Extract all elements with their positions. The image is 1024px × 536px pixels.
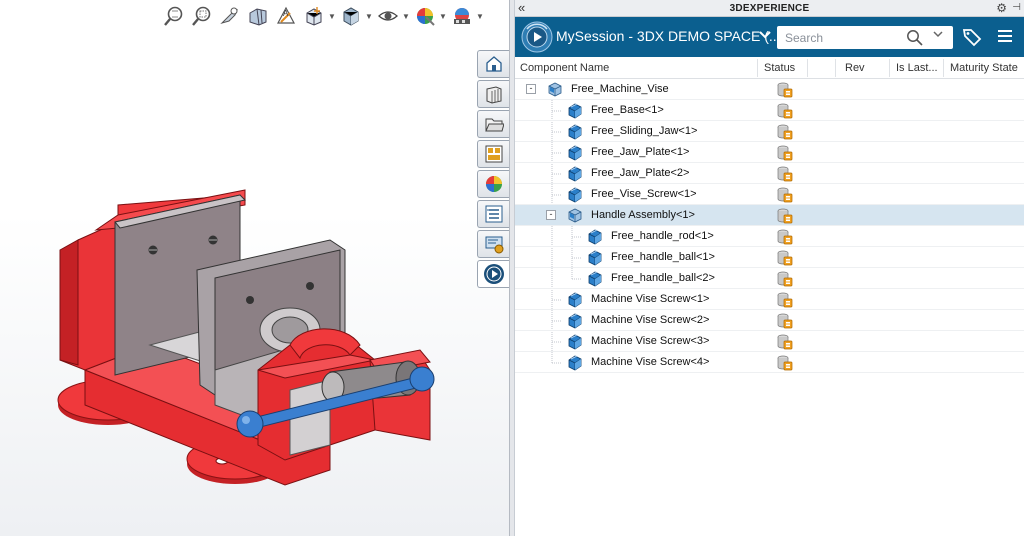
- part-icon: [566, 165, 584, 182]
- panel-title-bar: « 3DEXPERIENCE ⚙ ⊣: [515, 0, 1024, 17]
- search-dropdown-icon[interactable]: [933, 30, 943, 41]
- tag-icon[interactable]: [962, 27, 982, 47]
- status-saved-locally-icon: [777, 354, 793, 372]
- tree-row[interactable]: Free_Base<1>: [515, 100, 1024, 121]
- settings-gear-icon[interactable]: ⚙: [996, 1, 1007, 15]
- tree-row[interactable]: Machine Vise Screw<1>: [515, 289, 1024, 310]
- component-name: Machine Vise Screw<2>: [591, 314, 710, 326]
- status-saved-locally-icon: [777, 144, 793, 162]
- tree-row[interactable]: - Handle Assembly<1>: [515, 205, 1024, 226]
- component-name: Machine Vise Screw<3>: [591, 335, 710, 347]
- view-palette-icon[interactable]: [477, 140, 509, 168]
- search-icon[interactable]: [906, 29, 924, 47]
- grid-header: Component Name Status Rev Is Last... Mat…: [515, 57, 1024, 79]
- column-is-last[interactable]: Is Last...: [896, 62, 938, 74]
- assembly-icon: [566, 207, 584, 224]
- part-icon: [566, 354, 584, 371]
- component-name: Machine Vise Screw<4>: [591, 356, 710, 368]
- tree-row[interactable]: Free_Jaw_Plate<2>: [515, 163, 1024, 184]
- status-saved-locally-icon: [777, 207, 793, 225]
- 3dexperience-icon[interactable]: [477, 260, 509, 288]
- part-icon: [566, 102, 584, 119]
- graphics-area[interactable]: A ▼ ▼ ▼ ▼ ▼: [0, 0, 510, 536]
- column-status[interactable]: Status: [764, 62, 795, 74]
- status-saved-locally-icon: [777, 228, 793, 246]
- design-library-icon[interactable]: [477, 80, 509, 108]
- status-saved-locally-icon: [777, 165, 793, 183]
- component-name: Free_handle_ball<1>: [611, 251, 715, 263]
- column-rev[interactable]: Rev: [845, 62, 865, 74]
- collapse-panel-icon[interactable]: «: [518, 0, 525, 16]
- compass-icon[interactable]: [521, 21, 553, 53]
- status-saved-locally-icon: [777, 333, 793, 351]
- pin-icon[interactable]: ⊣: [1012, 1, 1021, 15]
- search-input[interactable]: [777, 27, 897, 48]
- part-icon: [586, 249, 604, 266]
- machine-vise-model[interactable]: [0, 0, 510, 536]
- custom-properties-icon[interactable]: [477, 200, 509, 228]
- tree-row[interactable]: Free_Sliding_Jaw<1>: [515, 121, 1024, 142]
- hamburger-menu-icon[interactable]: [996, 28, 1014, 44]
- component-name: Handle Assembly<1>: [591, 209, 695, 221]
- part-icon: [566, 312, 584, 329]
- status-saved-locally-icon: [777, 123, 793, 141]
- part-icon: [566, 333, 584, 350]
- collapse-toggle-icon[interactable]: -: [546, 210, 556, 220]
- component-name: Free_handle_ball<2>: [611, 272, 715, 284]
- collapse-toggle-icon[interactable]: -: [526, 84, 536, 94]
- status-saved-locally-icon: [777, 186, 793, 204]
- assembly-icon: [546, 81, 564, 98]
- tree-row[interactable]: Free_Vise_Screw<1>: [515, 184, 1024, 205]
- tree-row[interactable]: - Free_Machine_Vise: [515, 79, 1024, 100]
- part-icon: [586, 228, 604, 245]
- status-saved-locally-icon: [777, 102, 793, 120]
- column-component-name[interactable]: Component Name: [520, 62, 609, 74]
- tree-row[interactable]: Free_handle_ball<2>: [515, 268, 1024, 289]
- tree-row[interactable]: Machine Vise Screw<2>: [515, 310, 1024, 331]
- part-icon: [566, 123, 584, 140]
- component-name: Free_Sliding_Jaw<1>: [591, 125, 698, 137]
- component-name: Free_handle_rod<1>: [611, 230, 714, 242]
- solidworks-forum-icon[interactable]: [477, 230, 509, 258]
- status-saved-locally-icon: [777, 312, 793, 330]
- task-pane-tabs: [477, 50, 509, 288]
- status-saved-locally-icon: [777, 81, 793, 99]
- appearances-icon[interactable]: [477, 170, 509, 198]
- component-name: Free_Vise_Screw<1>: [591, 188, 697, 200]
- tree-row[interactable]: Machine Vise Screw<4>: [515, 352, 1024, 373]
- file-explorer-icon[interactable]: [477, 110, 509, 138]
- component-name: Free_Jaw_Plate<1>: [591, 146, 690, 158]
- tree-row[interactable]: Free_Jaw_Plate<1>: [515, 142, 1024, 163]
- part-icon: [566, 186, 584, 203]
- tree-row[interactable]: Free_handle_rod<1>: [515, 226, 1024, 247]
- part-icon: [586, 270, 604, 287]
- component-name: Free_Base<1>: [591, 104, 664, 116]
- part-icon: [566, 144, 584, 161]
- component-name: Machine Vise Screw<1>: [591, 293, 710, 305]
- component-name: Free_Machine_Vise: [571, 83, 669, 95]
- status-saved-locally-icon: [777, 249, 793, 267]
- home-icon[interactable]: [477, 50, 509, 78]
- session-chevron-down-icon[interactable]: [759, 29, 771, 43]
- session-name[interactable]: MySession - 3DX DEMO SPACE (...: [556, 28, 781, 44]
- part-icon: [566, 291, 584, 308]
- tree-row[interactable]: Machine Vise Screw<3>: [515, 331, 1024, 352]
- status-saved-locally-icon: [777, 291, 793, 309]
- search-box: [777, 26, 953, 49]
- 3dexperience-panel: « 3DEXPERIENCE ⚙ ⊣ MySession - 3DX DEMO …: [515, 0, 1024, 536]
- panel-title: 3DEXPERIENCE: [729, 2, 810, 14]
- status-saved-locally-icon: [777, 270, 793, 288]
- tree-row[interactable]: Free_handle_ball<1>: [515, 247, 1024, 268]
- column-maturity-state[interactable]: Maturity State: [950, 62, 1018, 74]
- component-name: Free_Jaw_Plate<2>: [591, 167, 690, 179]
- session-bar: MySession - 3DX DEMO SPACE (...: [515, 17, 1024, 57]
